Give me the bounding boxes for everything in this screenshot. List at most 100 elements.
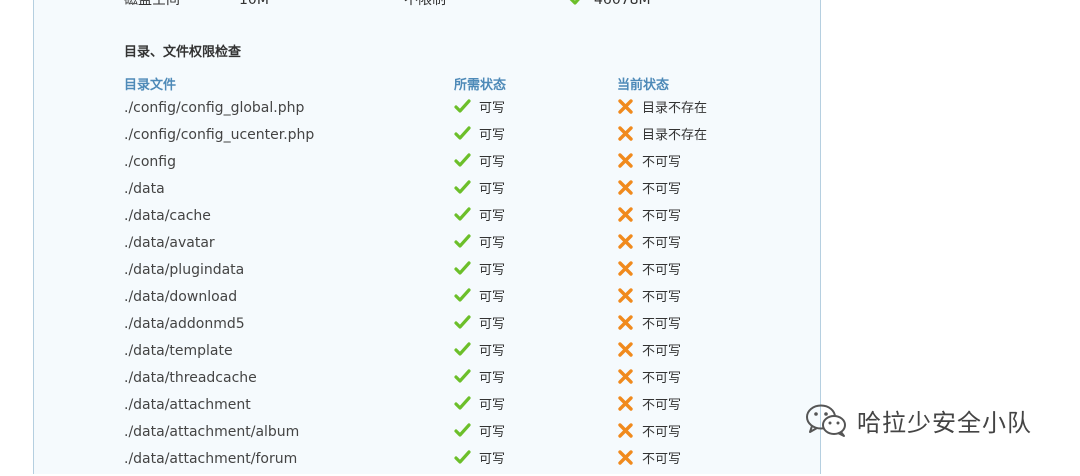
- permission-path: ./data/plugindata: [124, 262, 245, 278]
- current-status-text: 不可写: [642, 263, 682, 278]
- required-status-text: 可写: [479, 182, 506, 197]
- env-recommended-value: 不限制: [404, 0, 446, 8]
- current-status: 不可写: [617, 341, 681, 362]
- check-icon: [454, 423, 471, 437]
- cross-icon: [618, 180, 633, 195]
- cross-icon: [618, 423, 633, 438]
- permission-path: ./data/attachment/forum: [124, 451, 298, 467]
- current-status: 不可写: [617, 152, 681, 173]
- required-status-text: 可写: [479, 344, 506, 359]
- permission-path: ./data/threadcache: [124, 370, 257, 386]
- column-header-file: 目录文件: [124, 78, 177, 93]
- required-status: 可写: [454, 125, 505, 146]
- permission-row: ./data/avatar 可写 不可写: [34, 233, 820, 260]
- check-icon: [454, 396, 471, 410]
- permission-path: ./data/download: [124, 289, 238, 305]
- required-status: 可写: [454, 314, 505, 335]
- permission-path: ./config/config_global.php: [124, 100, 305, 116]
- current-status-text: 不可写: [642, 452, 682, 467]
- check-icon: [454, 315, 471, 329]
- cross-icon: [618, 450, 633, 465]
- required-status: 可写: [454, 449, 505, 470]
- check-icon: [454, 342, 471, 356]
- current-status: 目录不存在: [617, 98, 707, 119]
- column-header-required: 所需状态: [454, 78, 507, 93]
- install-check-panel: 磁盘空间 10M 不限制 46078M 目录、文件权限检查 目录文件 所需状态 …: [33, 0, 821, 474]
- permission-row: ./data/attachment/album 可写 不可写: [34, 422, 820, 449]
- current-status-text: 目录不存在: [642, 101, 708, 116]
- permission-path: ./data: [124, 181, 165, 197]
- permissions-section-title: 目录、文件权限检查: [124, 45, 242, 60]
- current-status-text: 不可写: [642, 344, 682, 359]
- current-status: 不可写: [617, 233, 681, 254]
- permission-row: ./data/download 可写 不可写: [34, 287, 820, 314]
- required-status-text: 可写: [479, 371, 506, 386]
- current-status: 目录不存在: [617, 125, 707, 146]
- required-status: 可写: [454, 179, 505, 200]
- cross-icon: [618, 153, 633, 168]
- permission-row: ./data/attachment/forum 可写 不可写: [34, 449, 820, 476]
- current-status: 不可写: [617, 449, 681, 470]
- current-status: 不可写: [617, 368, 681, 389]
- required-status: 可写: [454, 422, 505, 443]
- check-icon: [454, 261, 471, 275]
- wechat-icon: [806, 404, 846, 437]
- required-status-text: 可写: [479, 155, 506, 170]
- required-status: 可写: [454, 368, 505, 389]
- permission-path: ./config/config_ucenter.php: [124, 127, 315, 143]
- current-status: 不可写: [617, 260, 681, 281]
- required-status-text: 可写: [479, 101, 506, 116]
- check-icon: [454, 234, 471, 248]
- permission-path: ./config: [124, 154, 177, 170]
- required-status-text: 可写: [479, 209, 506, 224]
- required-status: 可写: [454, 395, 505, 416]
- permission-row: ./config 可写 不可写: [34, 152, 820, 179]
- check-icon: [569, 0, 580, 5]
- required-status-text: 可写: [479, 236, 506, 251]
- required-status: 可写: [454, 287, 505, 308]
- required-status-text: 可写: [479, 128, 506, 143]
- current-status-text: 不可写: [642, 182, 682, 197]
- permission-row: ./config/config_global.php 可写 目录不存在: [34, 98, 820, 125]
- current-status-text: 不可写: [642, 290, 682, 305]
- current-status-text: 不可写: [642, 155, 682, 170]
- check-icon: [454, 369, 471, 383]
- permission-row: ./data/template 可写 不可写: [34, 341, 820, 368]
- permission-row: ./data/plugindata 可写 不可写: [34, 260, 820, 287]
- current-status-text: 不可写: [642, 236, 682, 251]
- permission-path: ./data/attachment/album: [124, 424, 300, 440]
- cross-icon: [618, 261, 633, 276]
- column-header-current: 当前状态: [617, 78, 670, 93]
- required-status-text: 可写: [479, 425, 506, 440]
- watermark-text: 哈拉少安全小队: [857, 408, 1032, 437]
- permission-row: ./data 可写 不可写: [34, 179, 820, 206]
- cross-icon: [618, 315, 633, 330]
- required-status: 可写: [454, 233, 505, 254]
- env-item-name: 磁盘空间: [124, 0, 180, 8]
- cross-icon: [618, 342, 633, 357]
- required-status: 可写: [454, 341, 505, 362]
- current-status-text: 不可写: [642, 317, 682, 332]
- required-status: 可写: [454, 98, 505, 119]
- permission-row: ./data/cache 可写 不可写: [34, 206, 820, 233]
- permission-path: ./data/template: [124, 343, 233, 359]
- required-status-text: 可写: [479, 317, 506, 332]
- current-status-text: 不可写: [642, 371, 682, 386]
- cross-icon: [618, 126, 633, 141]
- permission-path: ./data/attachment: [124, 397, 251, 413]
- cross-icon: [618, 234, 633, 249]
- required-status: 可写: [454, 152, 505, 173]
- current-status-text: 不可写: [642, 398, 682, 413]
- permission-row: ./data/attachment 可写 不可写: [34, 395, 820, 422]
- permission-path: ./data/addonmd5: [124, 316, 245, 332]
- current-status: 不可写: [617, 179, 681, 200]
- current-status: 不可写: [617, 422, 681, 443]
- env-current-value: 46078M: [569, 0, 651, 10]
- permission-row: ./data/addonmd5 可写 不可写: [34, 314, 820, 341]
- current-status: 不可写: [617, 206, 681, 227]
- required-status-text: 可写: [479, 263, 506, 278]
- permission-path: ./data/cache: [124, 208, 211, 224]
- check-icon: [454, 153, 471, 167]
- current-status: 不可写: [617, 395, 681, 416]
- required-status-text: 可写: [479, 452, 506, 467]
